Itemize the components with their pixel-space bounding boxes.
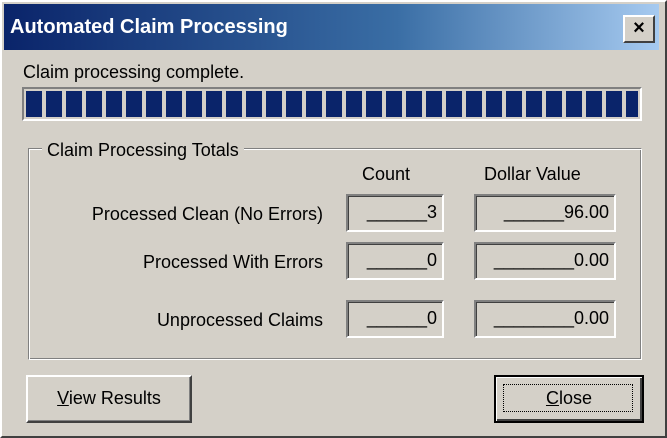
dollar-unprocessed: ________0.00 [474, 300, 616, 338]
row-label-processed-clean: Processed Clean (No Errors) [91, 204, 323, 224]
count-column-header: Count [362, 164, 411, 184]
row-label-processed-errors: Processed With Errors [142, 252, 323, 272]
progress-fill [26, 91, 638, 117]
view-results-accel: V [57, 388, 69, 408]
dollar-processed-clean: ______96.00 [474, 194, 616, 232]
count-unprocessed: ______0 [346, 300, 444, 338]
progress-bar [22, 87, 642, 121]
count-processed-errors: ______0 [346, 242, 444, 280]
totals-group-label: Claim Processing Totals [42, 140, 244, 161]
view-results-button[interactable]: View Results [26, 375, 192, 423]
close-button[interactable]: Close [494, 375, 644, 423]
window-title: Automated Claim Processing [10, 16, 288, 38]
dollar-processed-errors: ________0.00 [474, 242, 616, 280]
dollar-value-column-header: Dollar Value [484, 164, 581, 184]
status-message: Claim processing complete. [23, 62, 245, 82]
row-label-unprocessed: Unprocessed Claims [156, 310, 323, 330]
close-icon[interactable]: × [623, 15, 655, 43]
close-accel: C [545, 388, 559, 408]
count-processed-clean: ______3 [346, 194, 444, 232]
title-bar[interactable]: Automated Claim Processing × [4, 4, 659, 50]
view-results-label: iew Results [68, 388, 161, 408]
close-label: lose [558, 388, 593, 408]
